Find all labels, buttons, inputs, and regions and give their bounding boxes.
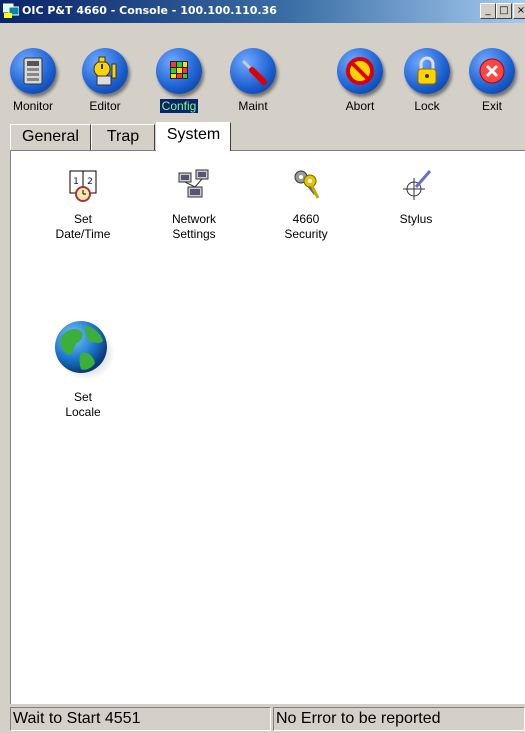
status-right: No Error to be reported [273, 707, 525, 731]
app-icon [3, 3, 19, 18]
main-toolbar: Monitor Editor Config Maint Abort Lock E… [0, 23, 525, 121]
globe-icon [55, 321, 115, 380]
lock-button[interactable]: Lock [398, 48, 456, 115]
config-button[interactable]: Config [150, 48, 208, 115]
title-bar[interactable]: OIC P&T 4660 - Console - 100.100.110.36 … [0, 0, 525, 23]
toolbar-label-lock: Lock [414, 99, 440, 113]
tab-general-label: General [22, 128, 79, 145]
tab-system-label: System [166, 126, 221, 143]
network-settings-label-2: Settings [172, 227, 216, 241]
stylus-item[interactable]: Stylus [366, 167, 466, 227]
system-panel: 1 2 Set Date/Time Network Settings 4660 … [10, 150, 525, 704]
security-label-2: Security [284, 227, 328, 241]
tab-general[interactable]: General [10, 124, 91, 150]
security-item[interactable]: 4660 Security [256, 167, 356, 242]
status-left: Wait to Start 4551 [10, 707, 271, 731]
set-date-time-label-2: Date/Time [55, 227, 111, 241]
console-window: OIC P&T 4660 - Console - 100.100.110.36 … [0, 0, 525, 733]
exit-button[interactable]: Exit [463, 48, 521, 115]
exit-icon [469, 48, 515, 94]
close-icon: × [516, 5, 525, 16]
toolbar-label-monitor: Monitor [12, 99, 53, 113]
editor-icon [82, 48, 128, 94]
network-icon [178, 169, 209, 198]
tab-trap-label: Trap [106, 128, 140, 145]
tab-system[interactable]: System [156, 122, 231, 151]
svg-text:2: 2 [87, 177, 93, 187]
keys-icon [294, 170, 320, 199]
editor-button[interactable]: Editor [76, 48, 134, 115]
set-locale-label-1: Set [73, 390, 92, 404]
stylus-crosshair-icon [403, 170, 432, 200]
toolbar-label-abort: Abort [345, 99, 375, 113]
network-settings-item[interactable]: Network Settings [144, 167, 244, 242]
set-date-time-item[interactable]: 1 2 Set Date/Time [33, 167, 133, 242]
toolbar-label-maint: Maint [238, 99, 268, 113]
abort-button[interactable]: Abort [331, 48, 389, 115]
set-locale-label-2: Locale [65, 405, 101, 419]
set-locale-item[interactable]: Set Locale [33, 317, 133, 420]
monitor-icon [10, 48, 56, 94]
minimize-icon: _ [485, 5, 491, 16]
maint-icon [230, 48, 276, 94]
toolbar-label-config: Config [159, 99, 199, 113]
close-button[interactable]: × [513, 3, 525, 19]
toolbar-label-exit: Exit [481, 99, 502, 113]
stylus-label: Stylus [399, 212, 433, 226]
tab-trap[interactable]: Trap [91, 124, 155, 150]
lock-icon [404, 48, 450, 94]
maint-button[interactable]: Maint [224, 48, 282, 115]
maximize-icon: □ [499, 5, 509, 16]
minimize-button[interactable]: _ [480, 3, 496, 19]
config-icon [156, 48, 202, 94]
set-date-time-label-1: Set [73, 212, 92, 226]
maximize-button[interactable]: □ [496, 3, 512, 19]
calendar-clock-icon: 1 2 [69, 170, 97, 202]
abort-icon [337, 48, 383, 94]
toolbar-label-editor: Editor [89, 99, 121, 113]
security-label-1: 4660 [292, 212, 320, 226]
svg-text:1: 1 [73, 177, 79, 187]
monitor-button[interactable]: Monitor [4, 48, 62, 115]
network-settings-label-1: Network [171, 212, 216, 226]
window-title: OIC P&T 4660 - Console - 100.100.110.36 [22, 4, 277, 17]
status-bar: Wait to Start 4551 No Error to be report… [0, 704, 525, 733]
